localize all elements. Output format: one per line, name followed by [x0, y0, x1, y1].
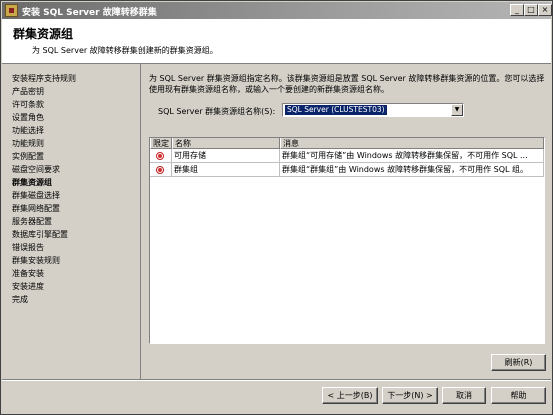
- message-cell: 群集组“群集组”由 Windows 故障转移群集保留，不可用作 SQL 组。: [280, 163, 544, 177]
- sidebar-item-feature-selection[interactable]: 功能选择: [12, 125, 44, 136]
- installer-window: 安装 SQL Server 故障转移群集 _ □ × 群集资源组 为 SQL S…: [0, 0, 553, 415]
- sidebar-item-server-configuration[interactable]: 服务器配置: [12, 216, 52, 227]
- maximize-button[interactable]: □: [524, 4, 538, 16]
- sidebar-item-ready-to-install[interactable]: 准备安装: [12, 268, 44, 279]
- status-cell: [150, 149, 172, 163]
- error-icon: [156, 166, 164, 174]
- column-header-qualified[interactable]: 限定: [150, 138, 172, 149]
- chevron-down-icon[interactable]: ▼: [451, 104, 463, 116]
- cancel-button[interactable]: 取消: [442, 387, 486, 404]
- setup-app-icon: [5, 4, 18, 17]
- sidebar-item-error-reporting[interactable]: 错误报告: [12, 242, 44, 253]
- status-cell: [150, 163, 172, 177]
- message-cell: 群集组“可用存储”由 Windows 故障转移群集保留，不可用作 SQL ...: [280, 149, 544, 163]
- resource-group-grid[interactable]: 限定 名称 消息 可用存储 群集组“可用存储”由 Windows 故障转移群集保…: [149, 137, 545, 344]
- next-button[interactable]: 下一步(N) >: [382, 387, 438, 404]
- sidebar-item-cluster-disk-selection[interactable]: 群集磁盘选择: [12, 190, 60, 201]
- error-icon: [156, 152, 164, 160]
- table-row[interactable]: 可用存储 群集组“可用存储”由 Windows 故障转移群集保留，不可用作 SQ…: [150, 149, 544, 163]
- table-row[interactable]: 群集组 群集组“群集组”由 Windows 故障转移群集保留，不可用作 SQL …: [150, 163, 544, 177]
- resource-group-name-combobox[interactable]: SQL Server (CLUSTEST03) ▼: [282, 103, 464, 117]
- back-button[interactable]: < 上一步(B): [322, 387, 378, 404]
- page-subtitle: 为 SQL Server 故障转移群集创建新的群集资源组。: [32, 46, 218, 55]
- step-sidebar: 安装程序支持规则 产品密钥 许可条款 设置角色 功能选择 功能规则 实例配置 磁…: [2, 64, 141, 379]
- resource-group-name-value[interactable]: SQL Server (CLUSTEST03): [285, 105, 387, 115]
- help-button[interactable]: 帮助: [491, 387, 546, 404]
- page-title: 群集资源组: [13, 27, 74, 41]
- column-header-name[interactable]: 名称: [172, 138, 280, 149]
- column-header-message[interactable]: 消息: [280, 138, 544, 149]
- sidebar-item-disk-space-requirements[interactable]: 磁盘空间要求: [12, 164, 60, 175]
- resource-group-name-label: SQL Server 群集资源组名称(S):: [158, 107, 276, 116]
- sidebar-item-product-key[interactable]: 产品密钥: [12, 86, 44, 97]
- footer-divider: [2, 379, 551, 381]
- sidebar-item-feature-rules[interactable]: 功能规则: [12, 138, 44, 149]
- sidebar-item-setup-role[interactable]: 设置角色: [12, 112, 44, 123]
- sidebar-item-complete[interactable]: 完成: [12, 294, 28, 305]
- page-header: 群集资源组 为 SQL Server 故障转移群集创建新的群集资源组。: [2, 19, 551, 64]
- sidebar-item-cluster-resource-group[interactable]: 群集资源组: [12, 177, 52, 188]
- close-button[interactable]: ×: [538, 4, 552, 16]
- refresh-button[interactable]: 刷新(R): [491, 354, 546, 371]
- title-bar[interactable]: 安装 SQL Server 故障转移群集 _ □ ×: [2, 2, 552, 19]
- sidebar-item-cluster-network-configuration[interactable]: 群集网络配置: [12, 203, 60, 214]
- sidebar-item-license-terms[interactable]: 许可条款: [12, 99, 44, 110]
- minimize-button[interactable]: _: [510, 4, 524, 16]
- name-cell: 群集组: [172, 163, 280, 177]
- sidebar-item-instance-configuration[interactable]: 实例配置: [12, 151, 44, 162]
- sidebar-item-database-engine-configuration[interactable]: 数据库引擎配置: [12, 229, 68, 240]
- sidebar-item-setup-support-rules[interactable]: 安装程序支持规则: [12, 73, 76, 84]
- grid-header: 限定 名称 消息: [150, 138, 544, 149]
- intro-text: 为 SQL Server 群集资源组指定名称。该群集资源组是放置 SQL Ser…: [149, 74, 545, 94]
- window-title: 安装 SQL Server 故障转移群集: [22, 8, 157, 18]
- name-cell: 可用存储: [172, 149, 280, 163]
- sidebar-item-installation-progress[interactable]: 安装进度: [12, 281, 44, 292]
- sidebar-item-cluster-installation-rules[interactable]: 群集安装规则: [12, 255, 60, 266]
